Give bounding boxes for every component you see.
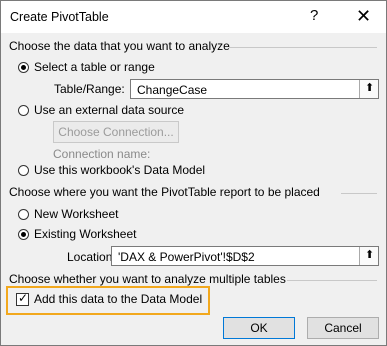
range-picker-icon[interactable]: ⬆ [359,80,378,98]
cancel-button[interactable]: Cancel [307,317,379,339]
new-worksheet-radio[interactable] [18,209,29,220]
section-heading-placement: Choose where you want the PivotTable rep… [9,185,320,199]
create-pivottable-dialog: Create PivotTable ? ✕ Choose the data th… [0,0,387,346]
existing-worksheet-label[interactable]: Existing Worksheet [34,227,137,241]
close-icon[interactable]: ✕ [356,6,371,27]
external-source-radio[interactable] [18,105,29,116]
existing-worksheet-radio[interactable] [18,229,29,240]
data-model-radio[interactable] [18,165,29,176]
section-heading-multiple-tables: Choose whether you want to analyze multi… [9,272,286,286]
add-to-model-checkbox[interactable]: ✓ [16,291,29,306]
section-heading-data: Choose the data that you want to analyze [9,39,230,53]
table-range-value: ChangeCase [137,83,208,97]
help-icon[interactable]: ? [310,7,318,24]
table-range-field[interactable]: ChangeCase ⬆ [130,79,379,99]
choose-connection-button[interactable]: Choose Connection... [53,121,179,143]
select-table-label[interactable]: Select a table or range [34,60,155,74]
data-model-label[interactable]: Use this workbook's Data Model [34,163,205,177]
table-range-label: Table/Range: [54,82,125,96]
location-field[interactable]: 'DAX & PowerPivot'!$D$2 ⬆ [111,246,379,266]
new-worksheet-label[interactable]: New Worksheet [34,207,118,221]
location-value: 'DAX & PowerPivot'!$D$2 [118,250,255,264]
title-bar: Create PivotTable ? ✕ [1,1,386,33]
connection-name-label: Connection name: [53,147,151,161]
separator [341,193,377,194]
separator [229,47,377,48]
checkmark-icon: ✓ [18,291,29,305]
add-to-model-label[interactable]: Add this data to the Data Model [34,292,202,306]
ok-button[interactable]: OK [223,317,295,339]
separator [287,280,377,281]
dialog-title: Create PivotTable [10,10,109,24]
select-table-radio[interactable] [18,62,29,73]
location-label: Location: [67,250,116,264]
external-source-label[interactable]: Use an external data source [34,103,184,117]
range-picker-icon[interactable]: ⬆ [359,247,378,265]
